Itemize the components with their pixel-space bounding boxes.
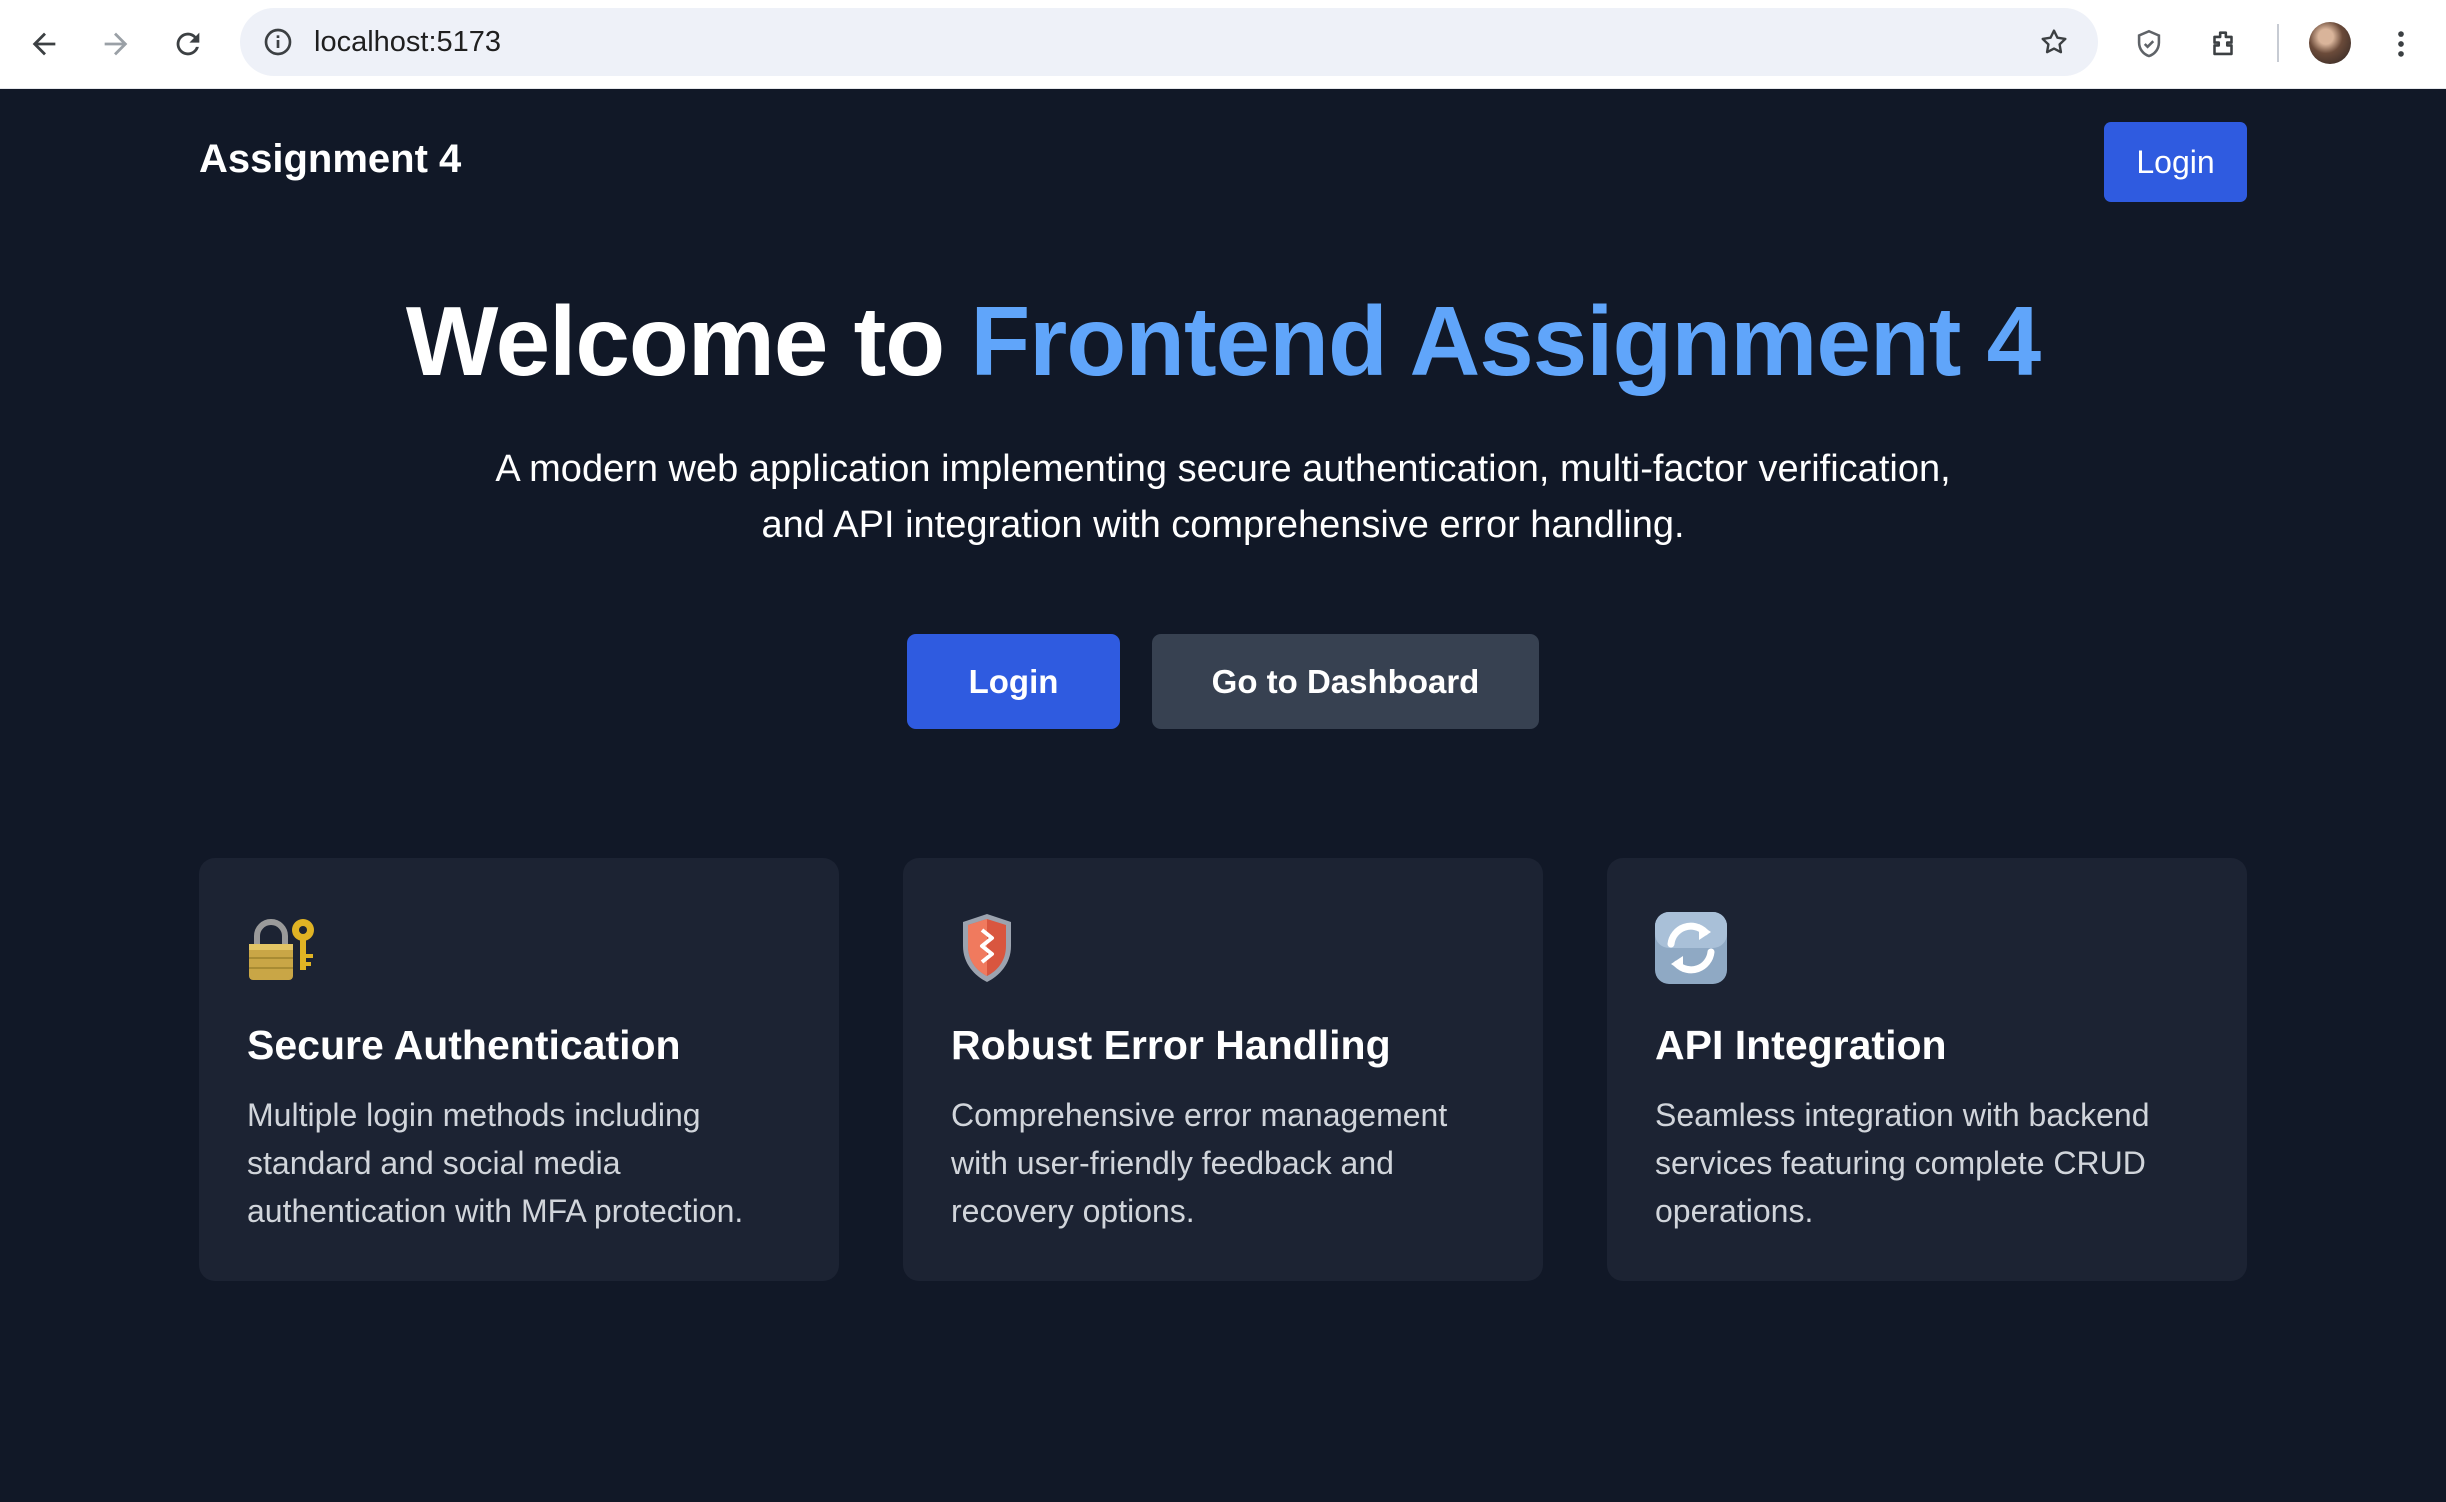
hero-title-prefix: Welcome to bbox=[405, 286, 971, 396]
browser-toolbar: localhost:5173 bbox=[0, 0, 2446, 89]
profile-avatar[interactable] bbox=[2309, 22, 2351, 64]
feature-card-secure-authentication: Secure Authentication Multiple login met… bbox=[199, 858, 839, 1281]
brand-logo-text[interactable]: Assignment 4 bbox=[199, 137, 461, 182]
hero-subtitle-line-1: A modern web application implementing se… bbox=[495, 448, 1951, 490]
extensions-icon[interactable] bbox=[2199, 20, 2247, 68]
feature-title: Secure Authentication bbox=[247, 1022, 681, 1068]
feature-card-robust-error-handling: Robust Error Handling Comprehensive erro… bbox=[903, 858, 1543, 1281]
hero-title: Welcome to Frontend Assignment 4 bbox=[0, 285, 2446, 398]
hero-title-accent: Frontend Assignment 4 bbox=[970, 286, 2041, 396]
more-menu-icon[interactable] bbox=[2377, 20, 2425, 68]
feature-description: Multiple login methods including standar… bbox=[247, 1097, 744, 1229]
hero-login-button[interactable]: Login bbox=[907, 634, 1120, 729]
refresh-arrows-icon bbox=[1653, 910, 1729, 986]
landing-page: Assignment 4 Login Welcome to Frontend A… bbox=[0, 89, 2446, 1502]
shield-icon[interactable] bbox=[2125, 20, 2173, 68]
feature-title: Robust Error Handling bbox=[951, 1022, 1391, 1068]
go-to-dashboard-button[interactable]: Go to Dashboard bbox=[1152, 634, 1539, 729]
shield-icon bbox=[949, 910, 1025, 986]
hero-subtitle-line-2: and API integration with comprehensive e… bbox=[761, 504, 1685, 546]
bookmark-star-icon[interactable] bbox=[2034, 22, 2074, 62]
toolbar-divider bbox=[2277, 24, 2279, 62]
site-info-icon[interactable] bbox=[258, 22, 298, 62]
feature-card-api-integration: API Integration Seamless integration wit… bbox=[1607, 858, 2247, 1281]
address-bar[interactable]: localhost:5173 bbox=[240, 8, 2098, 76]
feature-title: API Integration bbox=[1655, 1022, 1947, 1068]
back-arrow-icon[interactable] bbox=[20, 20, 68, 68]
lock-with-key-icon bbox=[245, 910, 321, 986]
reload-icon[interactable] bbox=[164, 20, 212, 68]
feature-description: Seamless integration with backend servic… bbox=[1655, 1097, 2150, 1229]
url-text[interactable]: localhost:5173 bbox=[314, 8, 501, 76]
hero-subtitle: A modern web application implementing se… bbox=[423, 441, 2023, 553]
feature-description: Comprehensive error management with user… bbox=[951, 1097, 1448, 1229]
forward-arrow-icon[interactable] bbox=[92, 20, 140, 68]
header-login-button[interactable]: Login bbox=[2104, 122, 2247, 202]
